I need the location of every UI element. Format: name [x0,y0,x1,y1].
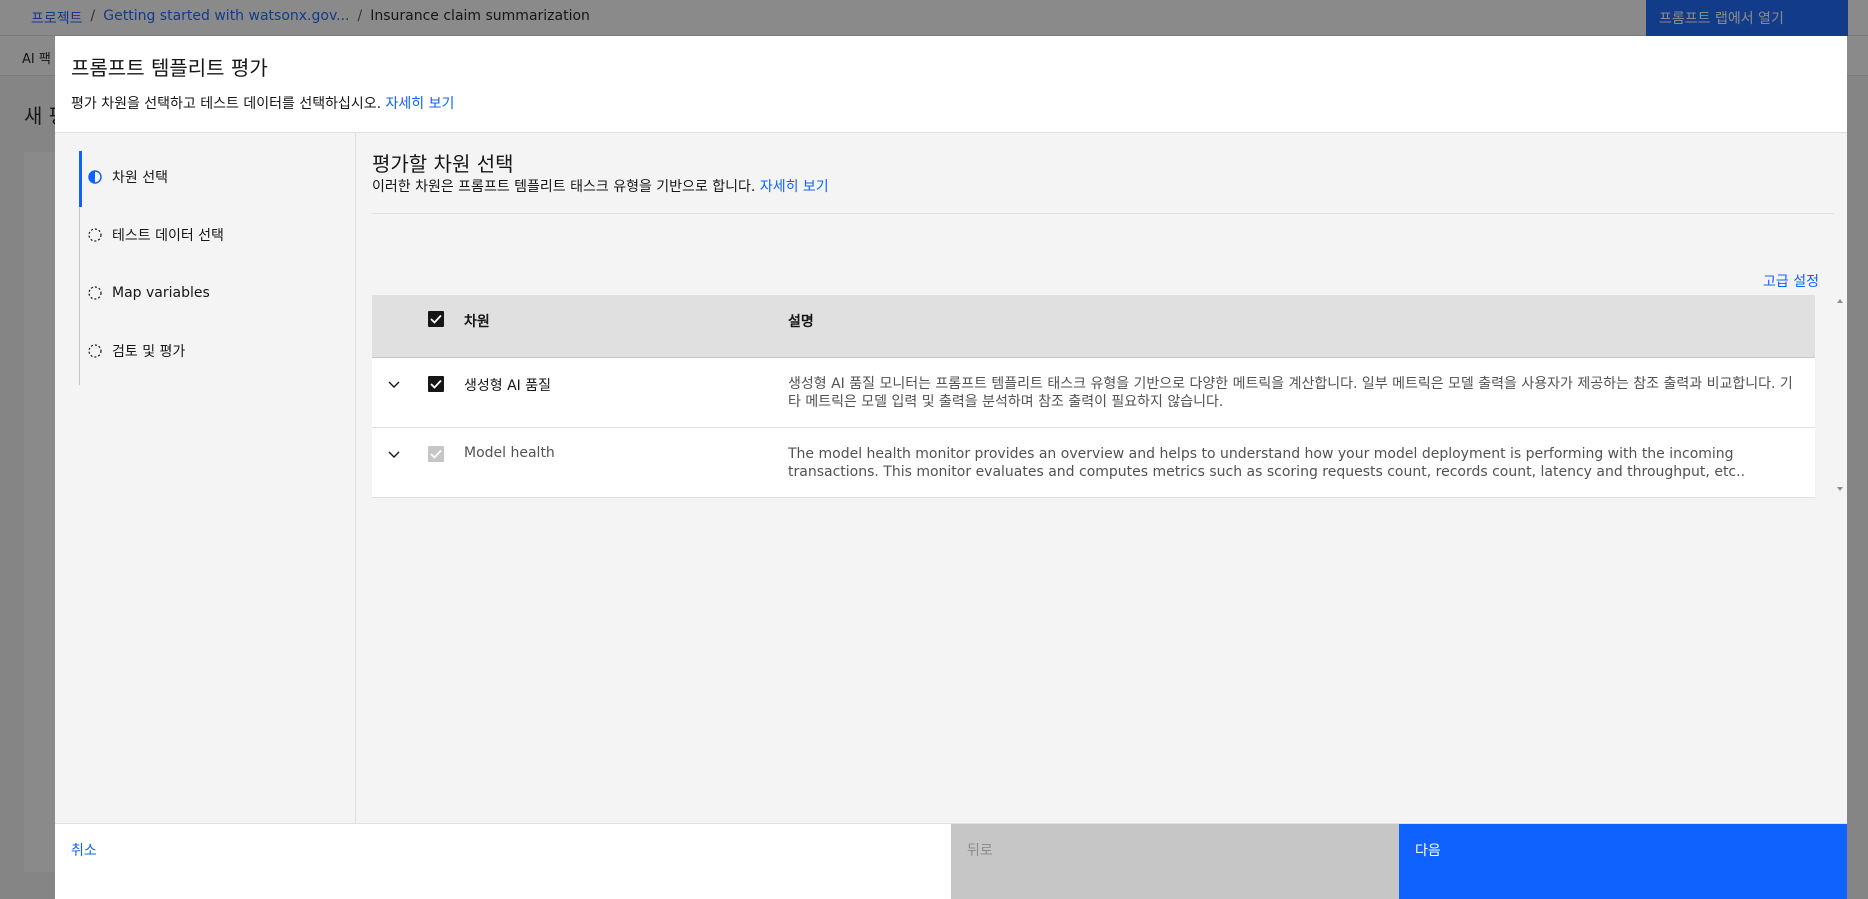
section-title: 평가할 차원 선택 [372,152,514,176]
table-scrollbar[interactable] [1834,295,1846,495]
half-circle-icon [88,170,102,184]
chevron-down-icon[interactable] [386,446,402,462]
divider [372,213,1834,214]
dimension-description: 생성형 AI 품질 모니터는 프롬프트 템플리트 태스크 유형을 기반으로 다양… [788,376,1793,410]
select-all-checkbox[interactable] [428,311,444,327]
step-label: 검토 및 평가 [112,344,186,360]
dimensions-table: 차원 설명 생성형 AI 품질 생성형 AI 품질 모니터는 프롬프트 템플리트… [372,295,1815,498]
dashed-circle-icon [88,344,102,358]
section-subtitle: 이러한 차원은 프롬프트 템플리트 태스크 유형을 기반으로 합니다. 자세히 … [372,176,829,196]
step-map-variables[interactable]: Map variables [79,271,339,315]
scroll-down-icon [1837,487,1843,491]
scroll-up-icon [1837,299,1843,303]
step-review-evaluate[interactable]: 검토 및 평가 [79,329,339,373]
step-select-test-data[interactable]: 테스트 데이터 선택 [79,213,339,257]
modal-footer: 취소 뒤로 다음 [55,823,1847,899]
table-row: Model health The model health monitor pr… [372,428,1815,498]
row-checkbox[interactable] [428,376,444,392]
modal-learn-more-link[interactable]: 자세히 보기 [386,96,455,112]
step-select-dimensions[interactable]: 차원 선택 [79,151,339,207]
dimensions-panel: 평가할 차원 선택 이러한 차원은 프롬프트 템플리트 태스크 유형을 기반으로… [356,133,1847,823]
header-dimension: 차원 [464,314,490,330]
checkmark-icon [430,379,442,389]
dimension-name: Model health [464,445,555,461]
section-learn-more-link[interactable]: 자세히 보기 [760,179,829,195]
checkmark-icon [430,449,442,459]
section-subtitle-text: 이러한 차원은 프롬프트 템플리트 태스크 유형을 기반으로 합니다. [372,179,756,195]
dashed-circle-icon [88,286,102,300]
back-button: 뒤로 [951,824,1399,899]
chevron-down-icon[interactable] [386,376,402,392]
advanced-settings-link[interactable]: 고급 설정 [1763,271,1819,291]
dashed-circle-icon [88,228,102,242]
evaluate-modal: 프롬프트 템플리트 평가 평가 차원을 선택하고 테스트 데이터를 선택하십시오… [55,36,1847,899]
step-label: Map variables [112,285,210,301]
progress-steps: 차원 선택 테스트 데이터 선택 Map variables 검토 및 평가 [55,133,356,823]
table-header: 차원 설명 [372,295,1815,358]
modal-description: 평가 차원을 선택하고 테스트 데이터를 선택하십시오. 자세히 보기 [71,93,454,113]
dimension-description: The model health monitor provides an ove… [788,446,1746,480]
row-checkbox-disabled [428,446,444,462]
modal-description-text: 평가 차원을 선택하고 테스트 데이터를 선택하십시오. [71,96,382,112]
modal-title: 프롬프트 템플리트 평가 [71,56,268,80]
step-label: 차원 선택 [112,170,168,186]
checkmark-icon [430,314,442,324]
cancel-button[interactable]: 취소 [55,824,951,899]
table-row: 생성형 AI 품질 생성형 AI 품질 모니터는 프롬프트 템플리트 태스크 유… [372,358,1815,428]
step-label: 테스트 데이터 선택 [112,228,224,244]
dimension-name: 생성형 AI 품질 [464,378,552,394]
header-description: 설명 [788,314,814,330]
next-button[interactable]: 다음 [1399,824,1847,899]
modal-header: 프롬프트 템플리트 평가 평가 차원을 선택하고 테스트 데이터를 선택하십시오… [55,36,1847,133]
